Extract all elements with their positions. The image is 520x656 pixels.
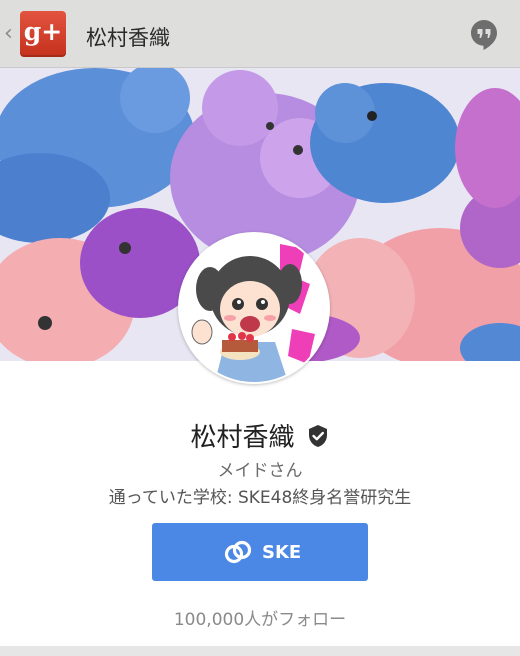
follower-count[interactable]: 100,000人がフォロー <box>0 605 520 630</box>
verified-badge-icon <box>308 424 327 447</box>
link-button-label: SKE <box>262 542 302 563</box>
back-arrow-icon[interactable]: ‹ <box>4 21 13 47</box>
page-title: 松村香織 <box>86 26 170 50</box>
link-icon <box>224 540 252 564</box>
google-plus-logo-icon[interactable]: g+ <box>20 11 66 57</box>
avatar-illustration <box>180 234 328 382</box>
profile-link-button[interactable]: SKE <box>152 523 368 581</box>
profile-avatar[interactable] <box>178 232 330 384</box>
profile-name-row: 松村香織 <box>0 417 520 454</box>
hangouts-icon[interactable] <box>470 19 498 51</box>
google-plus-logo-text: g+ <box>23 17 63 46</box>
profile-occupation: メイドさん <box>217 461 303 481</box>
profile-name: 松村香織 <box>190 423 295 453</box>
section-divider <box>0 646 520 656</box>
profile-education: 通っていた学校: SKE48終身名誉研究生 <box>108 488 412 508</box>
app-header: ‹ g+ 松村香織 <box>0 0 520 68</box>
